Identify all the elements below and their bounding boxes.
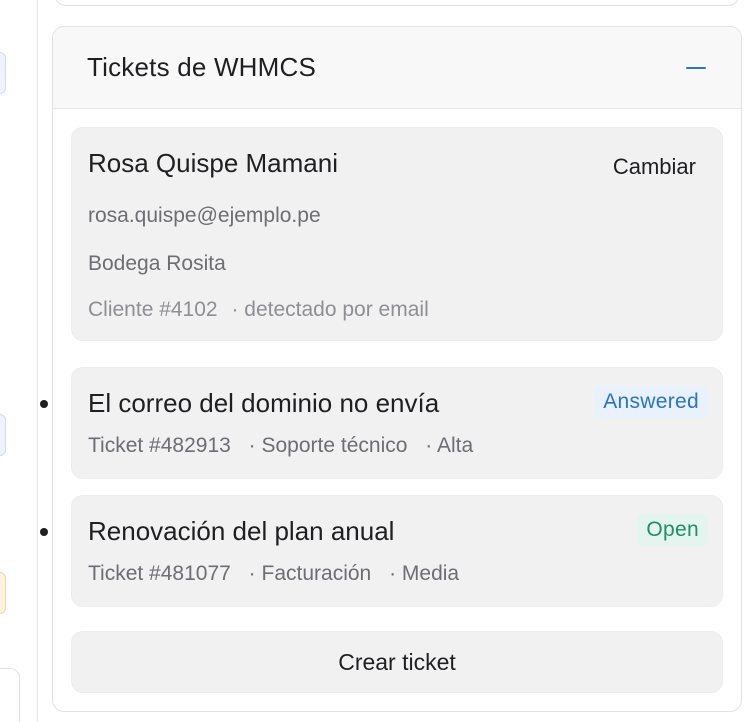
left-card-edge <box>0 668 20 722</box>
client-id: Cliente #4102 <box>88 298 218 321</box>
ticket-item[interactable]: El correo del dominio no envía Answered … <box>71 367 723 479</box>
change-contact-button[interactable]: Cambiar <box>613 154 696 180</box>
contact-email: rosa.quispe@ejemplo.pe <box>88 204 321 227</box>
previous-panel-edge <box>54 0 740 6</box>
contact-card: Rosa Quispe Mamani Cambiar rosa.quispe@e… <box>71 127 723 341</box>
panel-header[interactable]: Tickets de WHMCS <box>53 27 741 109</box>
left-nav-item[interactable] <box>0 414 6 456</box>
create-ticket-button[interactable]: Crear ticket <box>71 631 723 693</box>
minus-icon[interactable] <box>685 57 707 79</box>
contact-meta: Cliente #4102 · detectado por email <box>88 298 429 322</box>
ticket-priority: · Media <box>389 562 460 585</box>
list-bullet <box>40 400 48 408</box>
contact-name: Rosa Quispe Mamani <box>88 148 338 178</box>
status-badge: Open <box>637 514 708 546</box>
list-bullet <box>40 528 48 536</box>
ticket-department: · Facturación <box>248 562 372 585</box>
detection-source: · detectado por email <box>231 298 429 321</box>
ticket-priority: · Alta <box>425 434 474 457</box>
ticket-department: · Soporte técnico <box>248 434 408 457</box>
ticket-item[interactable]: Renovación del plan anual Open Ticket #4… <box>71 495 723 607</box>
contact-company: Bodega Rosita <box>88 252 226 275</box>
left-nav-item[interactable] <box>0 52 6 94</box>
ticket-number: Ticket #481077 <box>88 562 231 585</box>
status-badge: Answered <box>594 386 708 418</box>
ticket-number: Ticket #482913 <box>88 434 231 457</box>
ticket-meta: Ticket #482913 · Soporte técnico · Alta <box>88 434 473 458</box>
left-column-edge <box>0 0 38 722</box>
ticket-subject: El correo del dominio no envía <box>88 388 440 418</box>
left-nav-item[interactable] <box>0 572 6 614</box>
ticket-meta: Ticket #481077 · Facturación · Media <box>88 562 459 586</box>
whmcs-tickets-panel: Tickets de WHMCS Rosa Quispe Mamani Camb… <box>52 26 742 712</box>
panel-title: Tickets de WHMCS <box>87 52 317 82</box>
ticket-subject: Renovación del plan anual <box>88 516 395 546</box>
